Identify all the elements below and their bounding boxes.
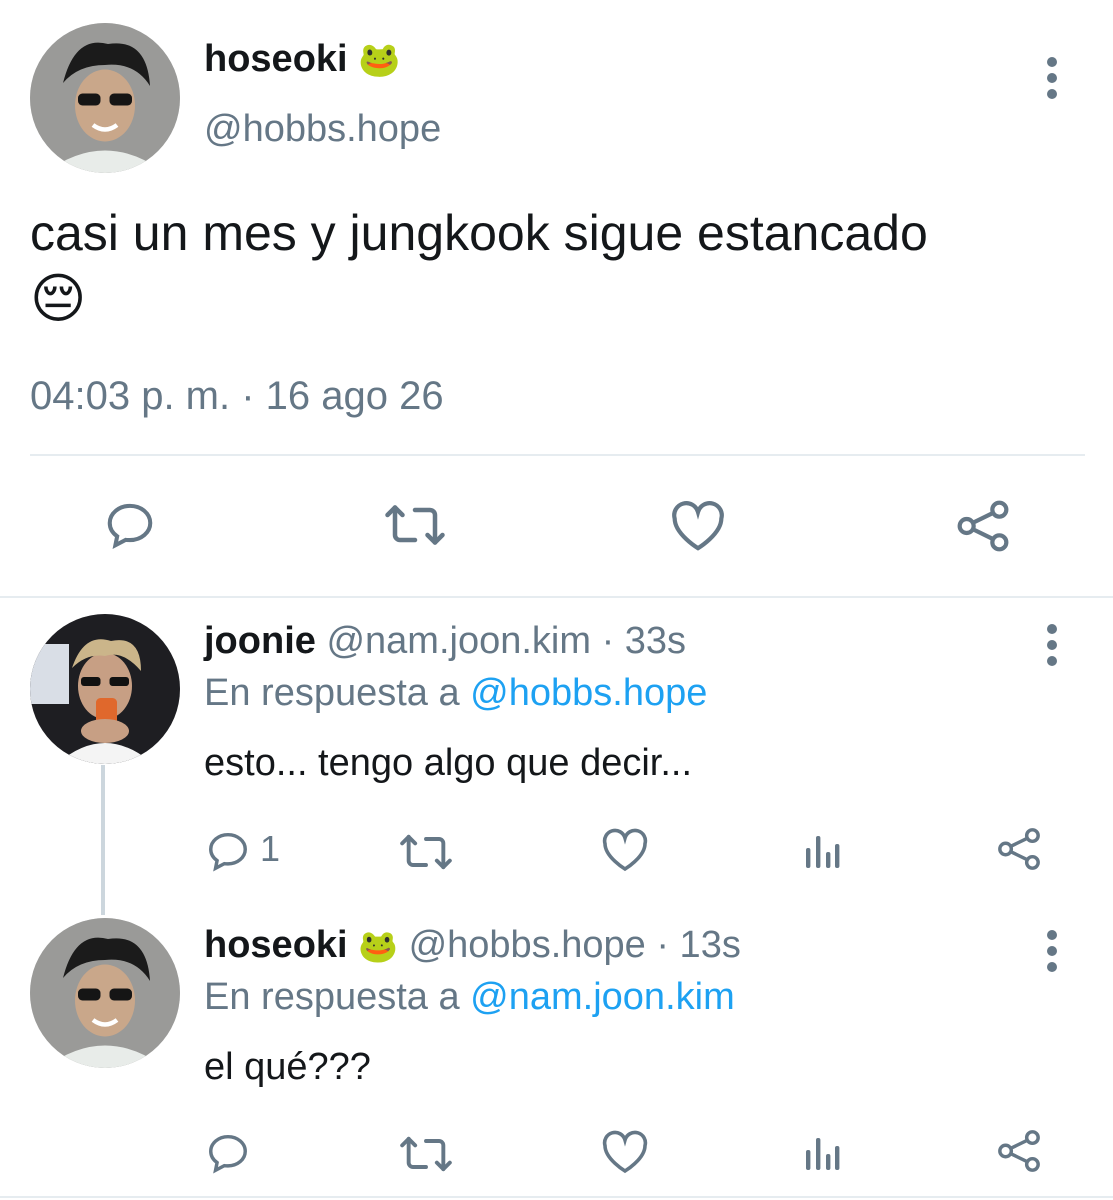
main-author-handle[interactable]: @hobbs.hope bbox=[204, 108, 441, 151]
retweet-button[interactable] bbox=[400, 1132, 452, 1176]
retweet-button[interactable] bbox=[400, 830, 452, 874]
author-name[interactable]: joonie bbox=[204, 620, 316, 662]
reply-icon bbox=[209, 832, 247, 872]
share-icon bbox=[998, 1130, 1040, 1172]
reply-time[interactable]: · 33s bbox=[602, 620, 686, 662]
reply-button[interactable] bbox=[205, 1130, 251, 1176]
more-vertical-icon bbox=[1047, 930, 1057, 940]
reply-count: 1 bbox=[260, 828, 281, 869]
avatar-hoseoki[interactable] bbox=[30, 918, 180, 1068]
analytics-button[interactable] bbox=[802, 830, 842, 870]
like-button[interactable] bbox=[670, 500, 726, 552]
frog-emoji: 🐸 bbox=[358, 928, 399, 964]
reply-prefix: En respuesta a bbox=[204, 672, 460, 714]
author-name[interactable]: hoseoki bbox=[204, 924, 348, 966]
reply-text: el qué??? bbox=[204, 1046, 371, 1088]
section-divider bbox=[0, 1196, 1113, 1198]
retweet-icon bbox=[385, 505, 445, 545]
tweet-timestamp[interactable]: 04:03 p. m. · 16 ago 26 bbox=[30, 374, 444, 419]
analytics-icon bbox=[806, 836, 840, 868]
reply-context: En respuesta a @nam.joon.kim bbox=[204, 976, 735, 1019]
author-name[interactable]: hoseoki bbox=[204, 38, 348, 80]
section-divider bbox=[0, 596, 1113, 598]
more-vertical-icon bbox=[1047, 57, 1057, 67]
like-button[interactable] bbox=[601, 828, 649, 872]
frog-emoji: 🐸 bbox=[358, 41, 401, 79]
author-handle[interactable]: @nam.joon.kim bbox=[326, 620, 591, 662]
mention-link[interactable]: @nam.joon.kim bbox=[470, 976, 735, 1018]
divider bbox=[30, 454, 1085, 456]
more-options-button[interactable] bbox=[1046, 57, 1058, 105]
reply-time[interactable]: · 13s bbox=[656, 924, 740, 966]
like-button[interactable] bbox=[601, 1130, 649, 1174]
heart-icon bbox=[602, 828, 648, 872]
pensive-emoji: 😔 bbox=[30, 269, 87, 329]
analytics-icon bbox=[806, 1138, 840, 1170]
reply-header[interactable]: hoseoki 🐸 @hobbs.hope · 13s bbox=[204, 924, 741, 967]
author-handle[interactable]: @hobbs.hope bbox=[409, 924, 646, 966]
share-icon bbox=[957, 500, 1009, 552]
avatar-joonie[interactable] bbox=[30, 614, 180, 764]
avatar-hoseoki[interactable] bbox=[30, 23, 180, 173]
main-author-name[interactable]: hoseoki 🐸 bbox=[204, 38, 401, 81]
heart-icon bbox=[602, 1130, 648, 1174]
reply-button[interactable] bbox=[205, 828, 251, 874]
reply-icon bbox=[107, 503, 153, 550]
share-button[interactable] bbox=[996, 826, 1042, 872]
more-options-button[interactable] bbox=[1046, 624, 1058, 672]
mention-link[interactable]: @hobbs.hope bbox=[470, 672, 707, 714]
thread-line bbox=[101, 765, 105, 915]
retweet-icon bbox=[400, 1136, 452, 1172]
more-vertical-icon bbox=[1047, 624, 1057, 634]
heart-icon bbox=[672, 501, 724, 551]
tweet-text: casi un mes y jungkook sigue estancado 😔 bbox=[30, 205, 928, 329]
reply-text: esto... tengo algo que decir... bbox=[204, 742, 693, 784]
retweet-icon bbox=[400, 834, 452, 870]
reply-header[interactable]: joonie @nam.joon.kim · 33s bbox=[204, 620, 686, 663]
reply-context: En respuesta a @hobbs.hope bbox=[204, 672, 707, 715]
analytics-button[interactable] bbox=[802, 1132, 842, 1172]
reply-icon bbox=[209, 1134, 247, 1174]
share-icon bbox=[998, 828, 1040, 870]
reply-prefix: En respuesta a bbox=[204, 976, 460, 1018]
share-button[interactable] bbox=[955, 498, 1011, 554]
reply-button[interactable] bbox=[103, 498, 157, 552]
more-options-button[interactable] bbox=[1046, 930, 1058, 978]
share-button[interactable] bbox=[996, 1128, 1042, 1174]
retweet-button[interactable] bbox=[385, 500, 445, 550]
